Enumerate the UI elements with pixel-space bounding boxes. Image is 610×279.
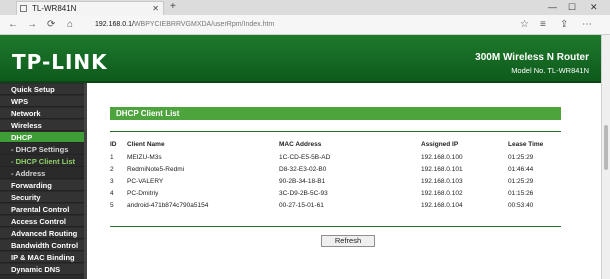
home-icon[interactable]: ⌂ xyxy=(67,18,73,31)
cell-client-name: android-471b874c790a5154 xyxy=(127,201,209,209)
cell-lease: 00:53:40 xyxy=(508,201,534,209)
cell-mac: 3C-D9-2B-5C-93 xyxy=(279,189,328,197)
browser-tab[interactable]: TL-WR841N ✕ xyxy=(16,1,164,15)
cell-lease: 01:15:26 xyxy=(508,189,534,197)
col-id: ID xyxy=(110,140,117,148)
top-divider xyxy=(110,131,561,132)
bottom-divider xyxy=(110,226,561,227)
menu-item-wps[interactable]: WPS xyxy=(0,96,84,107)
router-header: TP-LINK 300M Wireless N Router Model No.… xyxy=(0,35,601,83)
cell-mac: 90-2B-34-18-B1 xyxy=(279,177,326,185)
cell-ip: 192.168.0.103 xyxy=(421,177,463,185)
menu-item-security[interactable]: Security xyxy=(0,192,84,203)
cell-mac: 1C-CD-E5-5B-AD xyxy=(279,153,331,161)
forward-icon[interactable]: → xyxy=(27,18,37,31)
more-icon[interactable]: ⋯ xyxy=(582,18,592,31)
back-icon[interactable]: ← xyxy=(8,18,18,31)
url-field[interactable]: 192.168.0.1/WBPYCIEBRRVGMXDA/userRpm/Ind… xyxy=(95,18,475,32)
cell-client-name: PC-VALERY xyxy=(127,177,164,185)
cell-lease: 01:46:44 xyxy=(508,165,534,173)
table-header-row: ID Client Name MAC Address Assigned IP L… xyxy=(110,137,561,151)
tab-title: TL-WR841N xyxy=(32,4,77,13)
scrollbar-thumb[interactable] xyxy=(604,125,608,170)
tp-link-logo: TP-LINK xyxy=(12,50,108,74)
cell-id: 4 xyxy=(110,189,114,197)
product-name: 300M Wireless N Router xyxy=(475,52,589,63)
cell-client-name: RedmiNote5-Redmi xyxy=(127,165,185,173)
cell-lease: 01:25:29 xyxy=(508,153,534,161)
cell-ip: 192.168.0.101 xyxy=(421,165,463,173)
cell-id: 5 xyxy=(110,201,114,209)
new-tab-icon[interactable]: + xyxy=(170,0,176,14)
refresh-button[interactable]: Refresh xyxy=(321,235,375,247)
menu-item-address-reservation[interactable]: - Address Reservation xyxy=(0,168,84,189)
menu-item-quick-setup[interactable]: Quick Setup xyxy=(0,84,84,95)
section-title: DHCP Client List xyxy=(110,107,561,120)
menu-item-dynamic-dns[interactable]: Dynamic DNS xyxy=(0,264,84,275)
cell-id: 2 xyxy=(110,165,114,173)
menu-item-bandwidth-control[interactable]: Bandwidth Control xyxy=(0,240,84,251)
col-lease-time: Lease Time xyxy=(508,140,544,148)
menu-item-network[interactable]: Network xyxy=(0,108,84,119)
reload-icon[interactable]: ⟳ xyxy=(47,18,55,31)
cell-ip: 192.168.0.104 xyxy=(421,201,463,209)
menu-item-forwarding[interactable]: Forwarding xyxy=(0,180,84,191)
menu-item-advanced-routing[interactable]: Advanced Routing xyxy=(0,228,84,239)
reading-list-icon[interactable]: ≡ xyxy=(540,18,546,31)
menu-item-ip-mac-binding[interactable]: IP & MAC Binding xyxy=(0,252,84,263)
col-client-name: Client Name xyxy=(127,140,165,148)
page-icon xyxy=(20,5,27,12)
table-row: 4 PC-Dmitriy 3C-D9-2B-5C-93 192.168.0.10… xyxy=(110,187,561,199)
main-content: DHCP Client List ID Client Name MAC Addr… xyxy=(87,83,601,279)
window-close-icon[interactable]: ✕ xyxy=(590,0,598,14)
favorites-icon[interactable]: ☆ xyxy=(520,18,529,31)
table-row: 1 MEIZU-M3s 1C-CD-E5-5B-AD 192.168.0.100… xyxy=(110,151,561,163)
address-bar-row: ← → ⟳ ⌂ 192.168.0.1/WBPYCIEBRRVGMXDA/use… xyxy=(0,15,610,35)
menu-item-dhcp-client-list[interactable]: - DHCP Client List xyxy=(0,156,84,167)
table-row: 2 RedmiNote5-Redmi D8-32-E3-02-B0 192.16… xyxy=(110,163,561,175)
minimize-icon[interactable]: — xyxy=(548,0,557,14)
cell-mac: 00-27-15-01-61 xyxy=(279,201,324,209)
cell-client-name: PC-Dmitriy xyxy=(127,189,159,197)
cell-mac: D8-32-E3-02-B0 xyxy=(279,165,327,173)
table-row: 5 android-471b874c790a5154 00-27-15-01-6… xyxy=(110,199,561,211)
menu-item-access-control[interactable]: Access Control xyxy=(0,216,84,227)
menu-item-wireless[interactable]: Wireless xyxy=(0,120,84,131)
col-assigned-ip: Assigned IP xyxy=(421,140,459,148)
menu-item-parental-control[interactable]: Parental Control xyxy=(0,204,84,215)
col-mac-address: MAC Address xyxy=(279,140,322,148)
cell-id: 1 xyxy=(110,153,114,161)
share-icon[interactable]: ⇪ xyxy=(560,18,568,31)
browser-tab-bar: TL-WR841N ✕ + — ☐ ✕ xyxy=(0,0,610,15)
model-number: Model No. TL-WR841N xyxy=(511,66,589,75)
cell-lease: 01:25:29 xyxy=(508,177,534,185)
menu-item-dhcp[interactable]: DHCP xyxy=(0,132,84,143)
tab-close-icon[interactable]: ✕ xyxy=(152,2,159,15)
dhcp-client-table: ID Client Name MAC Address Assigned IP L… xyxy=(110,137,561,211)
cell-client-name: MEIZU-M3s xyxy=(127,153,162,161)
page-scrollbar[interactable] xyxy=(601,35,610,279)
maximize-icon[interactable]: ☐ xyxy=(568,0,576,14)
table-row: 3 PC-VALERY 90-2B-34-18-B1 192.168.0.103… xyxy=(110,175,561,187)
sidebar-menu: Quick Setup WPS Network Wireless DHCP - … xyxy=(0,83,87,279)
url-path: WBPYCIEBRRVGMXDA/userRpm/Index.htm xyxy=(133,21,275,28)
cell-id: 3 xyxy=(110,177,114,185)
cell-ip: 192.168.0.100 xyxy=(421,153,463,161)
cell-ip: 192.168.0.102 xyxy=(421,189,463,197)
menu-item-dhcp-settings[interactable]: - DHCP Settings xyxy=(0,144,84,155)
url-host: 192.168.0.1/ xyxy=(95,21,134,28)
